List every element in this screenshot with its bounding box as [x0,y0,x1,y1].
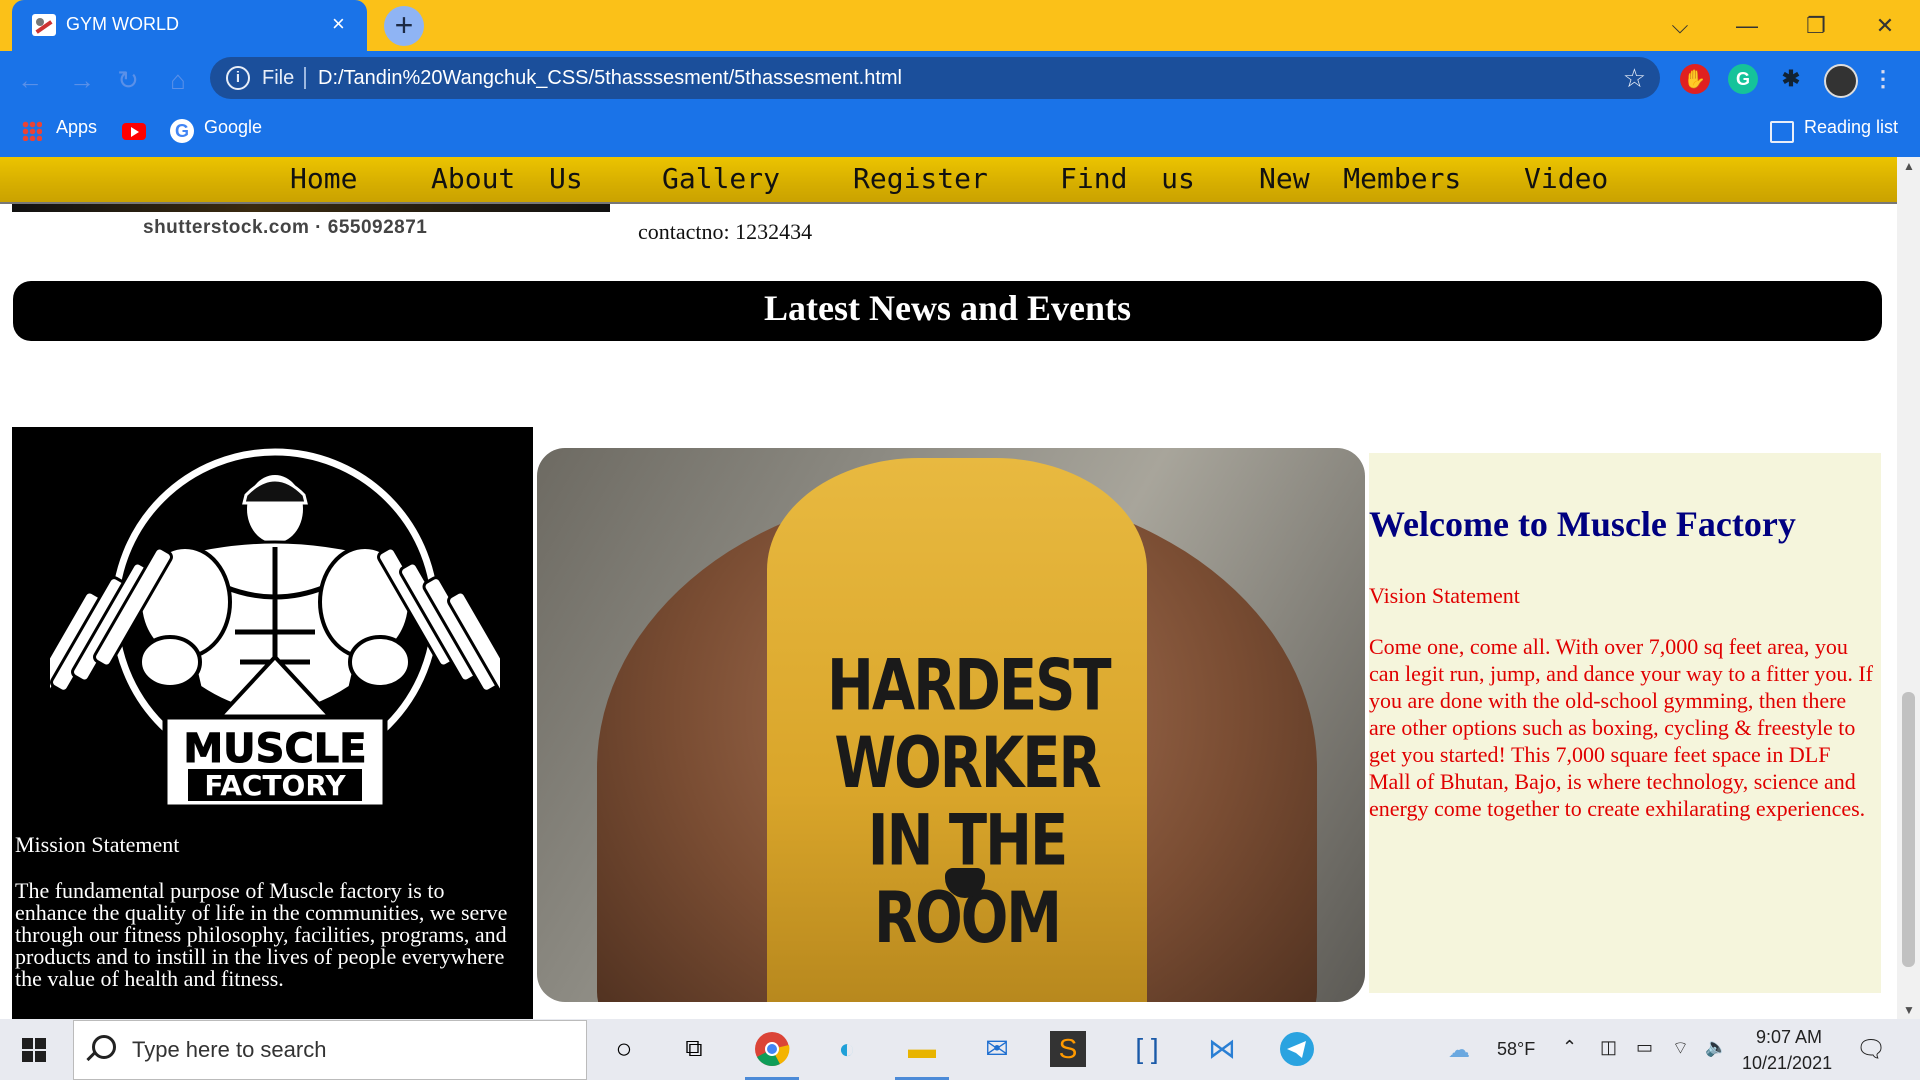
nav-new-members[interactable]: New Members [1259,162,1461,195]
vision-text: Come one, come all. With over 7,000 sq f… [1369,634,1874,821]
profile-avatar[interactable] [1824,64,1858,98]
chrome-icon[interactable] [750,1027,794,1071]
file-explorer-icon[interactable]: ▬ [900,1027,944,1071]
url-scheme-label: File [262,67,295,89]
site-info-icon[interactable]: i [226,66,250,90]
contact-number: contactno: 1232434 [638,219,813,244]
welcome-panel: Welcome to Muscle Factory Vision Stateme… [1369,453,1881,993]
mail-icon[interactable]: ✉ [975,1027,1019,1071]
telegram-icon[interactable] [1275,1027,1319,1071]
close-window-button[interactable]: ✕ [1865,6,1905,46]
clock-date[interactable]: 10/21/2021 [1742,1053,1832,1074]
logo-text-muscle: MUSCLE [183,726,366,772]
tab-search-chevron-icon[interactable]: ⌵ [1660,6,1700,46]
stock-watermark: shutterstock.com · 655092871 [143,217,428,238]
mission-text: The fundamental purpose of Muscle factor… [15,878,508,991]
athlete-photo: HARDEST WORKER IN THE ROOM [537,448,1365,1002]
omnibox-divider [304,67,306,89]
mission-panel: MUSCLE FACTORY Mission Statement The fun… [12,427,533,1019]
header-image-bottom-edge [12,204,610,212]
nav-find-us[interactable]: Find us [1060,162,1195,195]
tray-chevron-icon[interactable]: ⌃ [1562,1037,1577,1058]
windows-taskbar: Type here to search ○ ⧉ ◐ ▬ ✉ S [ ] ⋈ ☁ … [0,1019,1920,1080]
vscode-icon[interactable]: ⋈ [1200,1027,1244,1071]
news-title: Latest News and Events [763,288,1131,328]
wifi-icon[interactable]: ⌔ [1672,1037,1689,1060]
extensions-puzzle-icon[interactable]: ✱ [1776,64,1806,94]
apps-grid-icon[interactable] [22,121,42,141]
battery-icon[interactable]: ▭ [1636,1037,1653,1058]
news-banner: Latest News and Events [13,281,1882,341]
taskbar-search-box[interactable]: Type here to search [73,1020,587,1080]
reading-list-icon[interactable] [1770,121,1794,143]
reading-list-button[interactable]: Reading list [1804,117,1898,138]
sublime-text-icon[interactable]: S [1050,1031,1086,1067]
cortana-icon[interactable]: ○ [602,1027,646,1071]
back-arrow-icon[interactable]: ← [10,62,50,98]
grammarly-extension-icon[interactable]: G [1728,64,1758,94]
task-view-icon[interactable]: ⧉ [672,1027,716,1071]
photo-shirt-slogan: HARDEST WORKER IN THE ROOM [827,645,1112,960]
clock-time[interactable]: 9:07 AM [1756,1027,1822,1048]
bookmark-star-icon[interactable]: ☆ [1623,63,1646,94]
google-icon[interactable]: G [170,119,194,143]
logo-text-factory: FACTORY [204,769,346,802]
browser-toolbar: ← → ↻ ⌂ i File D:/Tandin%20Wangchuk_CSS/… [0,51,1920,157]
volume-muted-icon[interactable]: 🔈 [1705,1037,1727,1058]
reload-icon[interactable]: ↻ [108,62,148,98]
page-favicon-icon [32,14,56,36]
page-viewport: shutterstock.com · 655092871 contactno: … [0,157,1897,1019]
scroll-down-arrow-icon[interactable]: ▼ [1903,1003,1915,1017]
brackets-icon[interactable]: [ ] [1125,1027,1169,1071]
browser-menu-icon[interactable]: ⋮ [1868,64,1898,94]
scrollbar-thumb[interactable] [1902,692,1915,967]
site-navbar: Home About Us Gallery Register Find us N… [0,157,1897,204]
search-placeholder: Type here to search [132,1037,327,1062]
forward-arrow-icon[interactable]: → [62,62,102,98]
browser-tab[interactable]: GYM WORLD × [12,0,367,51]
nav-register[interactable]: Register [853,162,988,195]
muscle-factory-logo: MUSCLE FACTORY [50,448,500,810]
new-tab-button[interactable]: + [384,6,424,46]
notifications-icon[interactable]: 🗨 [1856,1035,1886,1064]
page-scrollbar[interactable]: ▲ ▼ [1897,157,1920,1019]
tab-title: GYM WORLD [66,14,180,34]
scroll-up-arrow-icon[interactable]: ▲ [1903,159,1915,173]
nav-gallery[interactable]: Gallery [662,162,780,195]
adblock-extension-icon[interactable]: ✋ [1680,64,1710,94]
nav-home[interactable]: Home [290,162,357,195]
bookmark-google[interactable]: Google [204,117,262,138]
tab-close-button[interactable]: × [332,11,345,37]
minimize-button[interactable]: — [1727,6,1767,46]
windows-start-icon[interactable] [22,1038,46,1062]
bookmarks-bar: Apps G Google Reading list [0,107,1920,153]
bookmark-apps[interactable]: Apps [56,117,97,138]
nav-about-us[interactable]: About Us [431,162,583,195]
search-icon [92,1035,116,1059]
youtube-icon[interactable] [122,123,146,140]
home-icon[interactable]: ⌂ [158,62,198,98]
weather-temp[interactable]: 58°F [1497,1039,1535,1060]
url-text[interactable]: D:/Tandin%20Wangchuk_CSS/5thasssesment/5… [318,67,902,90]
restore-button[interactable]: ❐ [1796,6,1836,46]
address-bar[interactable]: i File D:/Tandin%20Wangchuk_CSS/5thassse… [210,57,1660,99]
vision-title: Vision Statement [1369,583,1520,608]
mission-title: Mission Statement [15,832,180,857]
welcome-heading: Welcome to Muscle Factory [1369,504,1796,544]
tray-device-icon[interactable]: ◫ [1600,1037,1617,1058]
nav-video[interactable]: Video [1524,162,1608,195]
edge-icon[interactable]: ◐ [825,1027,869,1071]
browser-titlebar: GYM WORLD × + ⌵ — ❐ ✕ [0,0,1920,51]
weather-icon[interactable]: ☁ [1448,1037,1470,1063]
